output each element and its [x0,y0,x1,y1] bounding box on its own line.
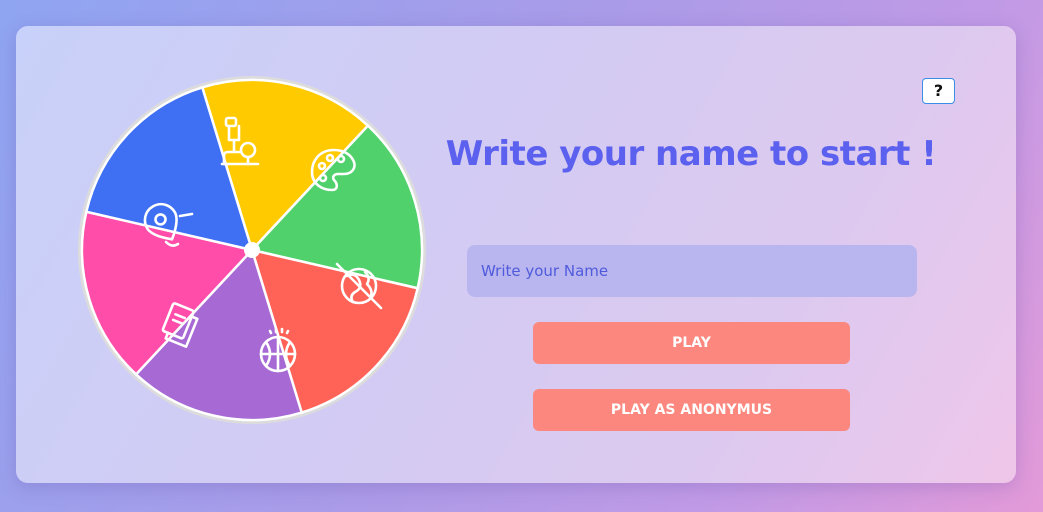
help-button[interactable]: ? [922,78,955,104]
wheel-center-pin [244,242,260,258]
name-input[interactable] [467,245,917,297]
start-card: ? Write your name to start ! PLAY PLAY A… [16,26,1016,483]
play-anonymous-button[interactable]: PLAY AS ANONYMUS [533,389,850,431]
page-title: Write your name to start ! [445,134,937,174]
category-wheel[interactable] [76,74,428,426]
play-button[interactable]: PLAY [533,322,850,364]
